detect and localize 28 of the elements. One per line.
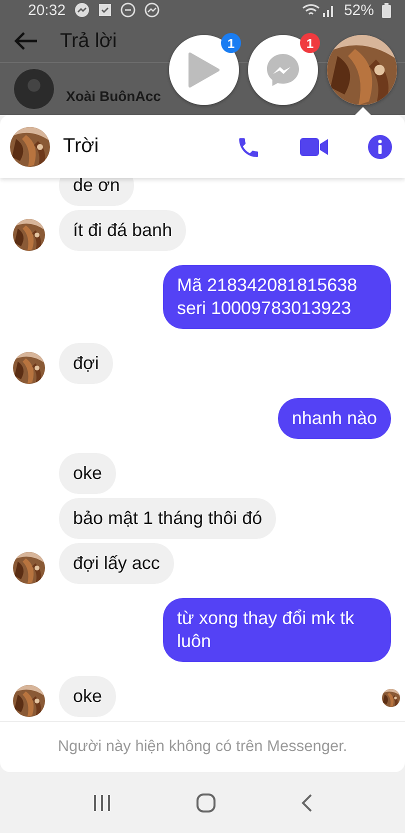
back-icon[interactable] xyxy=(300,794,312,812)
message-bubble: oke xyxy=(59,453,116,494)
do-not-disturb-icon xyxy=(120,2,136,18)
play-icon xyxy=(188,52,220,88)
battery-percent: 52% xyxy=(344,2,374,19)
contact-avatar xyxy=(14,69,54,109)
recent-apps-icon[interactable] xyxy=(92,794,110,812)
messenger-icon xyxy=(265,52,301,88)
home-icon[interactable] xyxy=(196,792,216,812)
message-bubble: de ơn xyxy=(59,178,134,206)
checkbox-icon xyxy=(98,3,112,18)
message-bubble: đợi xyxy=(59,343,113,384)
message-bubble: ít đi đá banh xyxy=(59,210,186,251)
contact-name: Xoài BuônAcc xyxy=(66,88,161,104)
signal-icon xyxy=(302,3,336,18)
message-bubble: nhanh nào xyxy=(278,398,391,439)
message-bubble: từ xong thay đổi mk tk luôn xyxy=(163,598,391,662)
status-time: 20:32 xyxy=(28,2,66,19)
unavailable-notice: Người này hiện không có trên Messenger. xyxy=(58,738,348,756)
battery-icon xyxy=(382,2,391,18)
message-bubble: oke xyxy=(59,676,116,717)
message-bubble: đợi lấy acc xyxy=(59,543,174,584)
back-arrow-icon[interactable] xyxy=(14,31,38,52)
messenger-icon xyxy=(144,2,160,18)
message-bubble: bảo mật 1 tháng thôi đó xyxy=(59,498,276,539)
screen-title: Trả lời xyxy=(60,30,117,53)
message-bubble: Mã 218342081815638 seri 10009783013923 xyxy=(163,265,391,329)
contact-name: Trời xyxy=(63,135,100,158)
